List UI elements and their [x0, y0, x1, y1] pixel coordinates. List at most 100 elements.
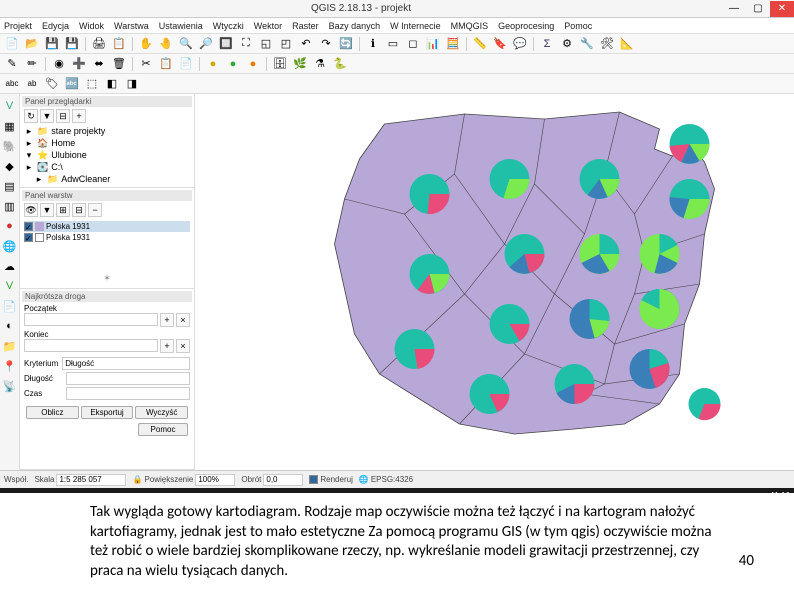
- annotation-icon[interactable]: 💬: [511, 35, 529, 53]
- collapse-browser-icon[interactable]: ⊟: [56, 109, 70, 123]
- calc-button[interactable]: Oblicz: [26, 406, 79, 419]
- clear-start-icon[interactable]: ×: [176, 313, 190, 327]
- move-icon[interactable]: ⬌: [90, 55, 108, 73]
- zoom-last-icon[interactable]: ↶: [297, 35, 315, 53]
- zoom-next-icon[interactable]: ↷: [317, 35, 335, 53]
- delete-icon[interactable]: 🗑: [110, 55, 128, 73]
- open-project-icon[interactable]: 📂: [23, 35, 41, 53]
- add-browser-icon[interactable]: +: [72, 109, 86, 123]
- label3-icon[interactable]: 🏷: [43, 75, 61, 93]
- stats-icon[interactable]: Σ: [538, 35, 556, 53]
- clear-button[interactable]: Wyczyść: [135, 406, 188, 419]
- add-csv-icon[interactable]: 📄: [2, 298, 18, 314]
- bookmark-icon[interactable]: 🔖: [491, 35, 509, 53]
- processing-icon[interactable]: ⚗: [311, 55, 329, 73]
- new-shp-icon[interactable]: 📁: [2, 338, 18, 354]
- label6-icon[interactable]: ◧: [103, 75, 121, 93]
- browser-item[interactable]: ▸🏠Home: [22, 137, 192, 149]
- grass-icon[interactable]: 🌿: [291, 55, 309, 73]
- zoom-native-icon[interactable]: 🔲: [217, 35, 235, 53]
- add-db2-icon[interactable]: ▥: [2, 198, 18, 214]
- start-input[interactable]: [24, 313, 158, 326]
- tool4-icon[interactable]: 📐: [618, 35, 636, 53]
- zoom-selection-icon[interactable]: ◱: [257, 35, 275, 53]
- pick-start-icon[interactable]: +: [160, 313, 174, 327]
- add-feature-icon[interactable]: ➕: [70, 55, 88, 73]
- menu-item[interactable]: Geoprocesing: [498, 21, 554, 31]
- paste-icon[interactable]: 📄: [177, 55, 195, 73]
- menu-item[interactable]: Wtyczki: [213, 21, 244, 31]
- render-checkbox[interactable]: [309, 475, 318, 484]
- pick-end-icon[interactable]: +: [160, 339, 174, 353]
- add-wfs-icon[interactable]: V: [2, 278, 18, 294]
- lock-icon[interactable]: 🔒: [132, 475, 142, 484]
- style-preset-icon[interactable]: 👁: [24, 203, 38, 217]
- label5-icon[interactable]: ⬚: [83, 75, 101, 93]
- label4-icon[interactable]: 🔤: [63, 75, 81, 93]
- edit2-icon[interactable]: ✏: [23, 55, 41, 73]
- rot-input[interactable]: [263, 474, 303, 486]
- label7-icon[interactable]: ◨: [123, 75, 141, 93]
- layer-checkbox[interactable]: ✓: [24, 222, 33, 231]
- expand-all-icon[interactable]: ⊞: [56, 203, 70, 217]
- add-oracle-icon[interactable]: ●: [2, 218, 18, 234]
- measure-icon[interactable]: 📏: [471, 35, 489, 53]
- plugin-yellow-icon[interactable]: ●: [204, 55, 222, 73]
- maximize-button[interactable]: ▢: [746, 1, 770, 17]
- pan-icon[interactable]: ✋: [137, 35, 155, 53]
- save-icon[interactable]: 💾: [43, 35, 61, 53]
- menu-item[interactable]: Warstwa: [114, 21, 149, 31]
- collapse-all-icon[interactable]: ⊟: [72, 203, 86, 217]
- db-icon[interactable]: 🗄: [271, 55, 289, 73]
- save-as-icon[interactable]: 💾: [63, 35, 81, 53]
- add-spatialite-icon[interactable]: ◆: [2, 158, 18, 174]
- filter-layers-icon[interactable]: ▼: [40, 203, 54, 217]
- add-wcs-icon[interactable]: ☁: [2, 258, 18, 274]
- tool-icon[interactable]: ⚙: [558, 35, 576, 53]
- browser-item[interactable]: ▸💽C:\: [22, 161, 192, 173]
- refresh-browser-icon[interactable]: ↻: [24, 109, 38, 123]
- collapse-icon[interactable]: ▾: [24, 150, 34, 161]
- zoom-full-icon[interactable]: ⛶: [237, 35, 255, 53]
- end-input[interactable]: [24, 339, 158, 352]
- identify-icon[interactable]: ℹ: [364, 35, 382, 53]
- map-canvas[interactable]: [195, 94, 794, 470]
- plugin-orange-icon[interactable]: ●: [244, 55, 262, 73]
- new-gpx-icon[interactable]: 📍: [2, 358, 18, 374]
- menu-item[interactable]: W Internecie: [390, 21, 441, 31]
- browser-item[interactable]: ▸📁AdwCleaner: [22, 173, 192, 185]
- clear-end-icon[interactable]: ×: [176, 339, 190, 353]
- node-icon[interactable]: ◉: [50, 55, 68, 73]
- add-virtual-icon[interactable]: ◐: [2, 318, 18, 334]
- minimize-button[interactable]: —: [722, 1, 746, 17]
- menu-item[interactable]: MMQGIS: [451, 21, 489, 31]
- refresh-icon[interactable]: 🔄: [337, 35, 355, 53]
- expand-icon[interactable]: ▸: [34, 174, 44, 185]
- plugin-green-icon[interactable]: ●: [224, 55, 242, 73]
- new-project-icon[interactable]: 📄: [3, 35, 21, 53]
- tool2-icon[interactable]: 🔧: [578, 35, 596, 53]
- label2-icon[interactable]: ab: [23, 75, 41, 93]
- pan-selection-icon[interactable]: 🤚: [157, 35, 175, 53]
- menu-item[interactable]: Edycja: [42, 21, 69, 31]
- cut-icon[interactable]: ✂: [137, 55, 155, 73]
- length-input[interactable]: [66, 372, 190, 385]
- deselect-icon[interactable]: ◻: [404, 35, 422, 53]
- zoom-layer-icon[interactable]: ◰: [277, 35, 295, 53]
- browser-item[interactable]: ▾⭐Ulubione: [22, 149, 192, 161]
- add-postgis-icon[interactable]: 🐘: [2, 138, 18, 154]
- menu-item[interactable]: Pomoc: [564, 21, 592, 31]
- field-calc-icon[interactable]: 🧮: [444, 35, 462, 53]
- expand-icon[interactable]: ▸: [24, 138, 34, 149]
- mag-input[interactable]: [195, 474, 235, 486]
- composer-icon[interactable]: 🖨: [90, 35, 108, 53]
- menu-item[interactable]: Raster: [292, 21, 319, 31]
- menu-item[interactable]: Projekt: [4, 21, 32, 31]
- label-icon[interactable]: abc: [3, 75, 21, 93]
- add-mssql-icon[interactable]: ▤: [2, 178, 18, 194]
- menu-item[interactable]: Ustawienia: [159, 21, 203, 31]
- filter-browser-icon[interactable]: ▼: [40, 109, 54, 123]
- gps-icon[interactable]: 📡: [2, 378, 18, 394]
- tool3-icon[interactable]: 🛠: [598, 35, 616, 53]
- criteria-select[interactable]: [62, 357, 190, 370]
